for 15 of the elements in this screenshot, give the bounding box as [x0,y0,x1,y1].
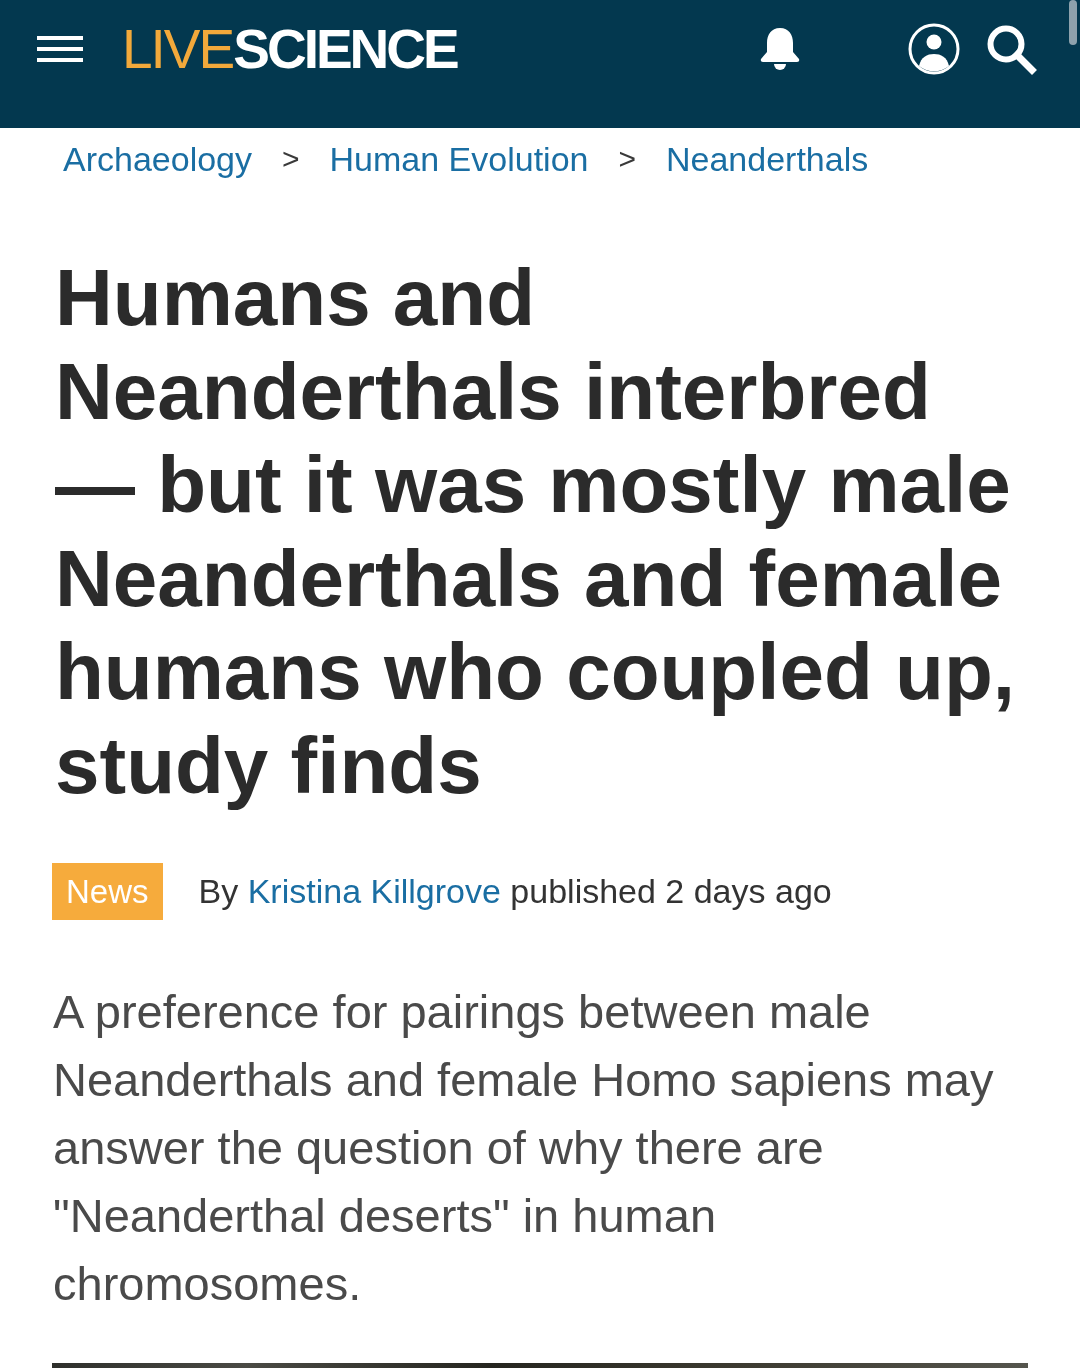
search-icon[interactable] [985,23,1037,75]
breadcrumb-separator: > [618,141,636,177]
scrollbar-thumb[interactable] [1069,0,1077,45]
article-standfirst: A preference for pairings between male Neanderthals and female Homo sapiens may answer the question of why there are "Neanderthal deserts" in human chromosomes. [53,984,995,1312]
breadcrumb-separator: > [282,141,300,177]
article-title: Humans and Neanderthals interbred — but it was mostly male Neanderthals and female humans who coupled up, study finds [55,252,1016,812]
bell-icon[interactable] [760,27,800,71]
author-link[interactable]: Kristina Killgrove [247,872,501,910]
byline: By Kristina Killgrove published 2 days ago [198,872,832,911]
site-logo[interactable]: LIVESCIENCE [122,21,457,77]
breadcrumb-link[interactable]: Archaeology [63,139,252,179]
menu-icon[interactable] [37,36,83,62]
breadcrumb-link[interactable]: Human Evolution [329,139,589,179]
breadcrumb-link[interactable]: Neanderthals [666,139,869,179]
user-icon[interactable] [908,23,960,75]
